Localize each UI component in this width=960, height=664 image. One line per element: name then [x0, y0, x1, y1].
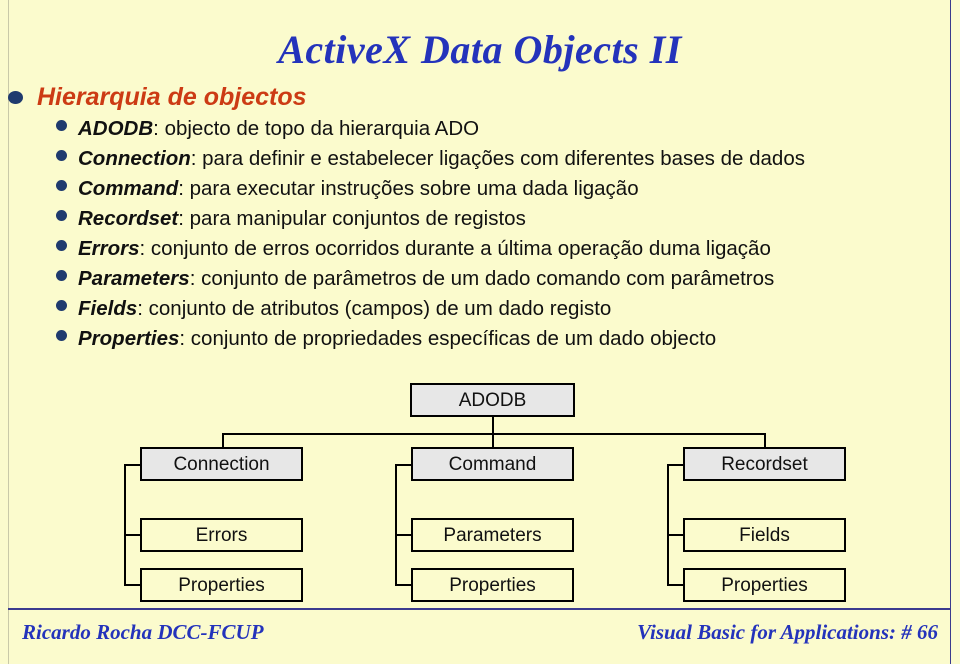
diagram-node-fields[interactable]: Fields: [683, 518, 846, 552]
bullet-desc: : conjunto de erros ocorridos durante a …: [139, 237, 771, 260]
bullet-desc: : para executar instruções sobre uma dad…: [178, 177, 639, 200]
bullet-desc: : para definir e estabelecer ligações co…: [190, 147, 805, 170]
footer-divider: [8, 608, 951, 610]
diagram-node-recordset[interactable]: Recordset: [683, 447, 846, 481]
bullet-term: ADODB: [78, 117, 154, 140]
connector-stub-col2-child2: [395, 584, 413, 586]
connector-stub-col1-parent: [124, 464, 142, 466]
footer-course-and-page: Visual Basic for Applications: # 66: [637, 620, 938, 644]
bullet-level1-icon: [8, 91, 23, 104]
bullet-level2-icon: [56, 210, 67, 221]
bullet-desc: : objecto de topo da hierarquia ADO: [153, 117, 480, 140]
connector-spine-col1: [124, 464, 126, 586]
diagram-node-recordset-properties[interactable]: Properties: [683, 568, 846, 602]
bullet-term: Properties: [78, 327, 180, 350]
list-item: Parameters: conjunto de parâmetros de um…: [56, 267, 956, 299]
bullet-level2-icon: [56, 270, 67, 281]
connector-stub-col3-parent: [667, 464, 685, 466]
bullet-text: Parameters: conjunto de parâmetros de um…: [78, 267, 775, 290]
bullet-level2-icon: [56, 330, 67, 341]
connector-root-down: [492, 416, 494, 433]
bullet-text: Recordset: para manipular conjuntos de r…: [78, 207, 526, 230]
bullet-text: Command: para executar instruções sobre …: [78, 177, 639, 200]
bullet-term: Command: [78, 177, 179, 200]
list-item: Errors: conjunto de erros ocorridos dura…: [56, 237, 956, 269]
bullet-term: Parameters: [78, 267, 190, 290]
bullet-level2-icon: [56, 180, 67, 191]
bullet-term: Errors: [78, 237, 140, 260]
bullet-level2-icon: [56, 120, 67, 131]
connector-bus: [222, 433, 766, 435]
bullet-text: Fields: conjunto de atributos (campos) d…: [78, 297, 612, 320]
diagram-node-connection[interactable]: Connection: [140, 447, 303, 481]
bullet-level2-icon: [56, 150, 67, 161]
connector-drop-left: [222, 433, 224, 447]
bullet-desc: : conjunto de atributos (campos) de um d…: [137, 297, 612, 320]
connector-stub-col2-child1: [395, 534, 413, 536]
diagram-node-command[interactable]: Command: [411, 447, 574, 481]
diagram-node-parameters[interactable]: Parameters: [411, 518, 574, 552]
connector-stub-col3-child1: [667, 534, 685, 536]
bullet-term: Fields: [78, 297, 138, 320]
list-item: Connection: para definir e estabelecer l…: [56, 147, 956, 179]
bullet-text: Errors: conjunto de erros ocorridos dura…: [78, 237, 771, 260]
diagram-node-errors[interactable]: Errors: [140, 518, 303, 552]
bullet-level2-icon: [56, 300, 67, 311]
connector-drop-right: [764, 433, 766, 447]
bullet-list: ADODB: objecto de topo da hierarquia ADO…: [56, 117, 956, 359]
bullet-text: Properties: conjunto de propriedades esp…: [78, 327, 717, 350]
list-item: Fields: conjunto de atributos (campos) d…: [56, 297, 956, 329]
section-heading-label: Hierarquia de objectos: [37, 83, 307, 111]
footer-author: Ricardo Rocha DCC-FCUP: [22, 620, 264, 644]
diagram-node-command-properties[interactable]: Properties: [411, 568, 574, 602]
slide-canvas: ActiveX Data Objects II Hierarquia de ob…: [0, 0, 960, 664]
list-item: ADODB: objecto de topo da hierarquia ADO: [56, 117, 956, 149]
connector-stub-col2-parent: [395, 464, 413, 466]
bullet-text: Connection: para definir e estabelecer l…: [78, 147, 805, 170]
diagram-node-root[interactable]: ADODB: [410, 383, 575, 417]
list-item: Recordset: para manipular conjuntos de r…: [56, 207, 956, 239]
bullet-level2-icon: [56, 240, 67, 251]
section-heading: Hierarquia de objectos: [8, 83, 307, 112]
connector-stub-col3-child2: [667, 584, 685, 586]
connector-stub-col1-child1: [124, 534, 142, 536]
list-item: Properties: conjunto de propriedades esp…: [56, 327, 956, 359]
connector-drop-mid: [492, 433, 494, 447]
connector-spine-col2: [395, 464, 397, 586]
connector-spine-col3: [667, 464, 669, 586]
bullet-term: Connection: [78, 147, 191, 170]
connector-stub-col1-child2: [124, 584, 142, 586]
bullet-desc: : conjunto de propriedades específicas d…: [179, 327, 717, 350]
slide-title: ActiveX Data Objects II: [278, 27, 682, 72]
bullet-desc: : conjunto de parâmetros de um dado coma…: [189, 267, 775, 290]
bullet-term: Recordset: [78, 207, 179, 230]
list-item: Command: para executar instruções sobre …: [56, 177, 956, 209]
bullet-desc: : para manipular conjuntos de registos: [178, 207, 526, 230]
diagram-node-connection-properties[interactable]: Properties: [140, 568, 303, 602]
bullet-text: ADODB: objecto de topo da hierarquia ADO: [78, 117, 480, 140]
